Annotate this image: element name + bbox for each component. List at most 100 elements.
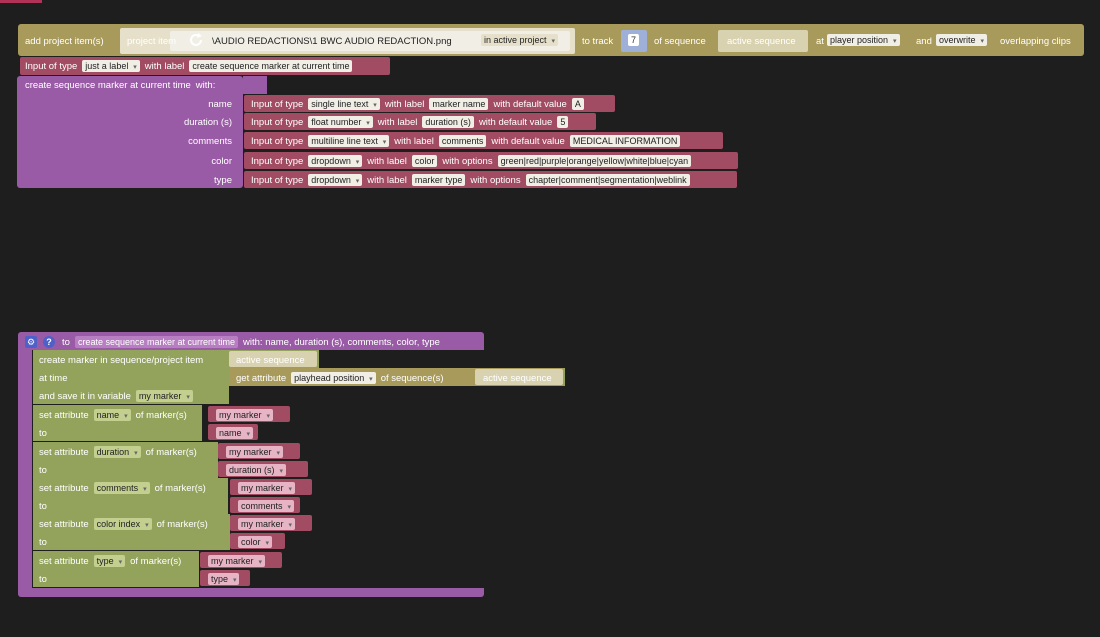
extra-label: with options xyxy=(470,174,521,186)
set-attribute-label: set attribute xyxy=(39,482,89,494)
help-icon[interactable]: ? xyxy=(43,336,55,348)
input-of-type-label: Input of type xyxy=(25,60,78,72)
input-of-type-label: Input of type xyxy=(251,155,304,167)
param-label-field[interactable]: marker name xyxy=(429,98,489,110)
value-variable-dropdown[interactable]: type xyxy=(208,573,240,585)
with-label-text: with label xyxy=(394,135,434,147)
attribute-name-dropdown[interactable]: comments xyxy=(93,482,150,494)
param-extra-field[interactable]: chapter|comment|segmentation|weblink xyxy=(525,174,690,186)
refresh-icon[interactable] xyxy=(187,31,205,52)
of-markers-label: of marker(s) xyxy=(145,446,197,458)
track-number-field[interactable]: 7 xyxy=(628,34,640,46)
save-variable-label: and save it in variable xyxy=(39,390,131,402)
extra-label: with default value xyxy=(493,98,567,110)
of-markers-label: of marker(s) xyxy=(156,518,208,530)
input-label-field[interactable]: create sequence marker at current time xyxy=(189,60,353,72)
overlapping-clips-label: overlapping clips xyxy=(1000,35,1071,47)
attribute-name-dropdown[interactable]: name xyxy=(93,409,131,421)
position-dropdown[interactable]: player position xyxy=(827,34,900,46)
create-target-label: active sequence xyxy=(236,354,305,366)
param-type-dropdown[interactable]: multiline line text xyxy=(308,135,390,147)
add-project-items-label: add project item(s) xyxy=(25,35,104,47)
of-sequence-label: of sequence xyxy=(654,35,706,47)
param-extra-field[interactable]: MEDICAL INFORMATION xyxy=(569,135,681,147)
input-of-type-label: Input of type xyxy=(251,116,304,128)
param-type-dropdown[interactable]: dropdown xyxy=(308,174,363,186)
value-variable-dropdown[interactable]: color xyxy=(238,536,272,548)
marker-variable-dropdown[interactable]: my marker xyxy=(238,482,295,494)
mode-dropdown[interactable]: overwrite xyxy=(936,34,987,46)
attribute-name-dropdown[interactable]: color index xyxy=(93,518,152,530)
sequence-target-label: active sequence xyxy=(483,372,552,384)
attribute-name-dropdown[interactable]: duration xyxy=(93,446,141,458)
param-name: color xyxy=(211,155,232,167)
function-name-field[interactable]: create sequence marker at current time xyxy=(74,336,239,348)
set-attribute-label: set attribute xyxy=(39,555,89,567)
function-params-label: with: name, duration (s), comments, colo… xyxy=(243,336,440,348)
file-path[interactable]: \AUDIO REDACTIONS\1 BWC AUDIO REDACTION.… xyxy=(212,36,452,47)
call-procedure-block[interactable] xyxy=(17,76,243,188)
attribute-dropdown[interactable]: playhead position xyxy=(291,372,376,384)
to-label: to xyxy=(39,573,47,585)
input-of-type-label: Input of type xyxy=(251,135,304,147)
at-label: at xyxy=(816,35,824,47)
param-extra-field[interactable]: 5 xyxy=(557,116,569,128)
param-label-field[interactable]: marker type xyxy=(411,174,466,186)
set-attribute-label: set attribute xyxy=(39,409,89,421)
of-markers-label: of marker(s) xyxy=(130,555,182,567)
set-attribute-label: set attribute xyxy=(39,518,89,530)
param-name: comments xyxy=(188,135,232,147)
marker-variable-dropdown[interactable]: my marker xyxy=(238,518,295,530)
extra-label: with default value xyxy=(491,135,565,147)
to-label: to xyxy=(39,536,47,548)
get-attribute-label: get attribute xyxy=(236,372,287,384)
project-item-label: project item xyxy=(127,35,177,47)
value-variable-dropdown[interactable]: comments xyxy=(238,500,294,512)
scope-dropdown[interactable]: in active project xyxy=(481,34,558,46)
save-variable-dropdown[interactable]: my marker xyxy=(135,390,193,402)
param-type-dropdown[interactable]: float number xyxy=(308,116,373,128)
param-label-field[interactable]: color xyxy=(411,155,438,167)
with-label-text: with label xyxy=(367,174,407,186)
top-edge-tab xyxy=(0,0,42,3)
param-name: name xyxy=(208,98,232,110)
create-marker-label: create marker in sequence/project item xyxy=(39,354,204,366)
value-variable-dropdown[interactable]: name xyxy=(216,427,253,439)
of-markers-label: of marker(s) xyxy=(154,482,206,494)
with-label-text: with label xyxy=(144,60,185,72)
param-label-field[interactable]: comments xyxy=(438,135,487,147)
value-variable-dropdown[interactable]: duration (s) xyxy=(226,464,286,476)
call-with-label: with: xyxy=(195,79,216,91)
extra-label: with default value xyxy=(478,116,553,128)
marker-variable-dropdown[interactable]: my marker xyxy=(216,409,273,421)
input-type-dropdown[interactable]: just a label xyxy=(82,60,140,72)
param-extra-field[interactable]: green|red|purple|orange|yellow|white|blu… xyxy=(497,155,692,167)
of-markers-label: of marker(s) xyxy=(135,409,187,421)
marker-variable-dropdown[interactable]: my marker xyxy=(208,555,265,567)
and-label: and xyxy=(916,35,932,47)
extra-label: with options xyxy=(442,155,493,167)
param-type-dropdown[interactable]: single line text xyxy=(308,98,380,110)
of-sequences-label: of sequence(s) xyxy=(380,372,444,384)
with-label-text: with label xyxy=(367,155,407,167)
with-label-text: with label xyxy=(384,98,425,110)
to-label: to xyxy=(39,427,47,439)
call-procedure-name: create sequence marker at current time xyxy=(25,79,191,91)
marker-variable-dropdown[interactable]: my marker xyxy=(226,446,283,458)
set-attribute-label: set attribute xyxy=(39,446,89,458)
param-name: duration (s) xyxy=(183,116,232,128)
gear-icon[interactable]: ⚙ xyxy=(25,336,37,348)
attribute-name-dropdown[interactable]: type xyxy=(93,555,126,567)
to-track-label: to track xyxy=(582,35,614,47)
active-sequence-label: active sequence xyxy=(727,35,796,47)
param-extra-field[interactable]: A xyxy=(571,98,584,110)
to-label: to xyxy=(62,336,70,348)
param-name: type xyxy=(214,174,232,186)
to-label: to xyxy=(39,464,47,476)
with-label-text: with label xyxy=(377,116,418,128)
param-label-field[interactable]: duration (s) xyxy=(422,116,474,128)
input-of-type-label: Input of type xyxy=(251,98,304,110)
at-time-label: at time xyxy=(39,372,68,384)
to-label: to xyxy=(39,500,47,512)
param-type-dropdown[interactable]: dropdown xyxy=(308,155,363,167)
